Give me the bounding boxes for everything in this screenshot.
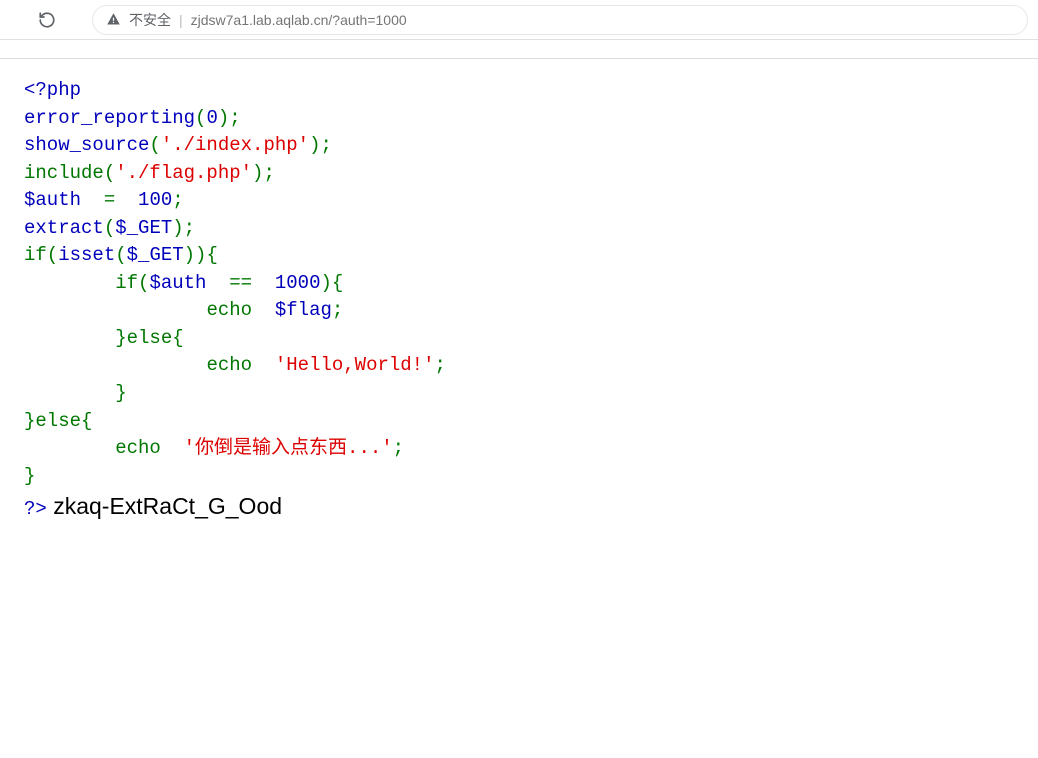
kw-else-outer: }else{ (24, 410, 92, 432)
kw-else-inner: }else{ (115, 327, 183, 349)
kw-echo-prompt: echo (115, 437, 183, 459)
separator: | (179, 12, 183, 28)
browser-toolbar: 不安全 | zjdsw7a1.lab.aqlab.cn/?auth=1000 (0, 0, 1038, 40)
kw-echo-flag: echo (206, 299, 274, 321)
php-close-tag: ?> (24, 498, 47, 520)
kw-include: include( (24, 162, 115, 184)
url-text: zjdsw7a1.lab.aqlab.cn/?auth=1000 (191, 12, 407, 28)
fn-extract: extract (24, 217, 104, 239)
fn-error-reporting: error_reporting (24, 107, 195, 129)
kw-if-inner: if( (115, 272, 149, 294)
address-bar[interactable]: 不安全 | zjdsw7a1.lab.aqlab.cn/?auth=1000 (92, 5, 1028, 35)
reload-button[interactable] (36, 9, 58, 31)
var-auth: $auth (24, 189, 104, 211)
reload-icon (38, 11, 56, 29)
php-open-tag: <?php (24, 79, 81, 101)
page-content: <?php error_reporting(0); show_source('.… (0, 58, 1038, 542)
kw-if-outer: if( (24, 244, 58, 266)
fn-show-source: show_source (24, 134, 149, 156)
php-source: <?php error_reporting(0); show_source('.… (24, 77, 1014, 524)
insecure-label: 不安全 (129, 10, 171, 30)
kw-echo-hello: echo (206, 354, 274, 376)
warning-icon (105, 12, 121, 28)
flag-output: zkaq-ExtRaCt_G_Ood (47, 493, 282, 519)
